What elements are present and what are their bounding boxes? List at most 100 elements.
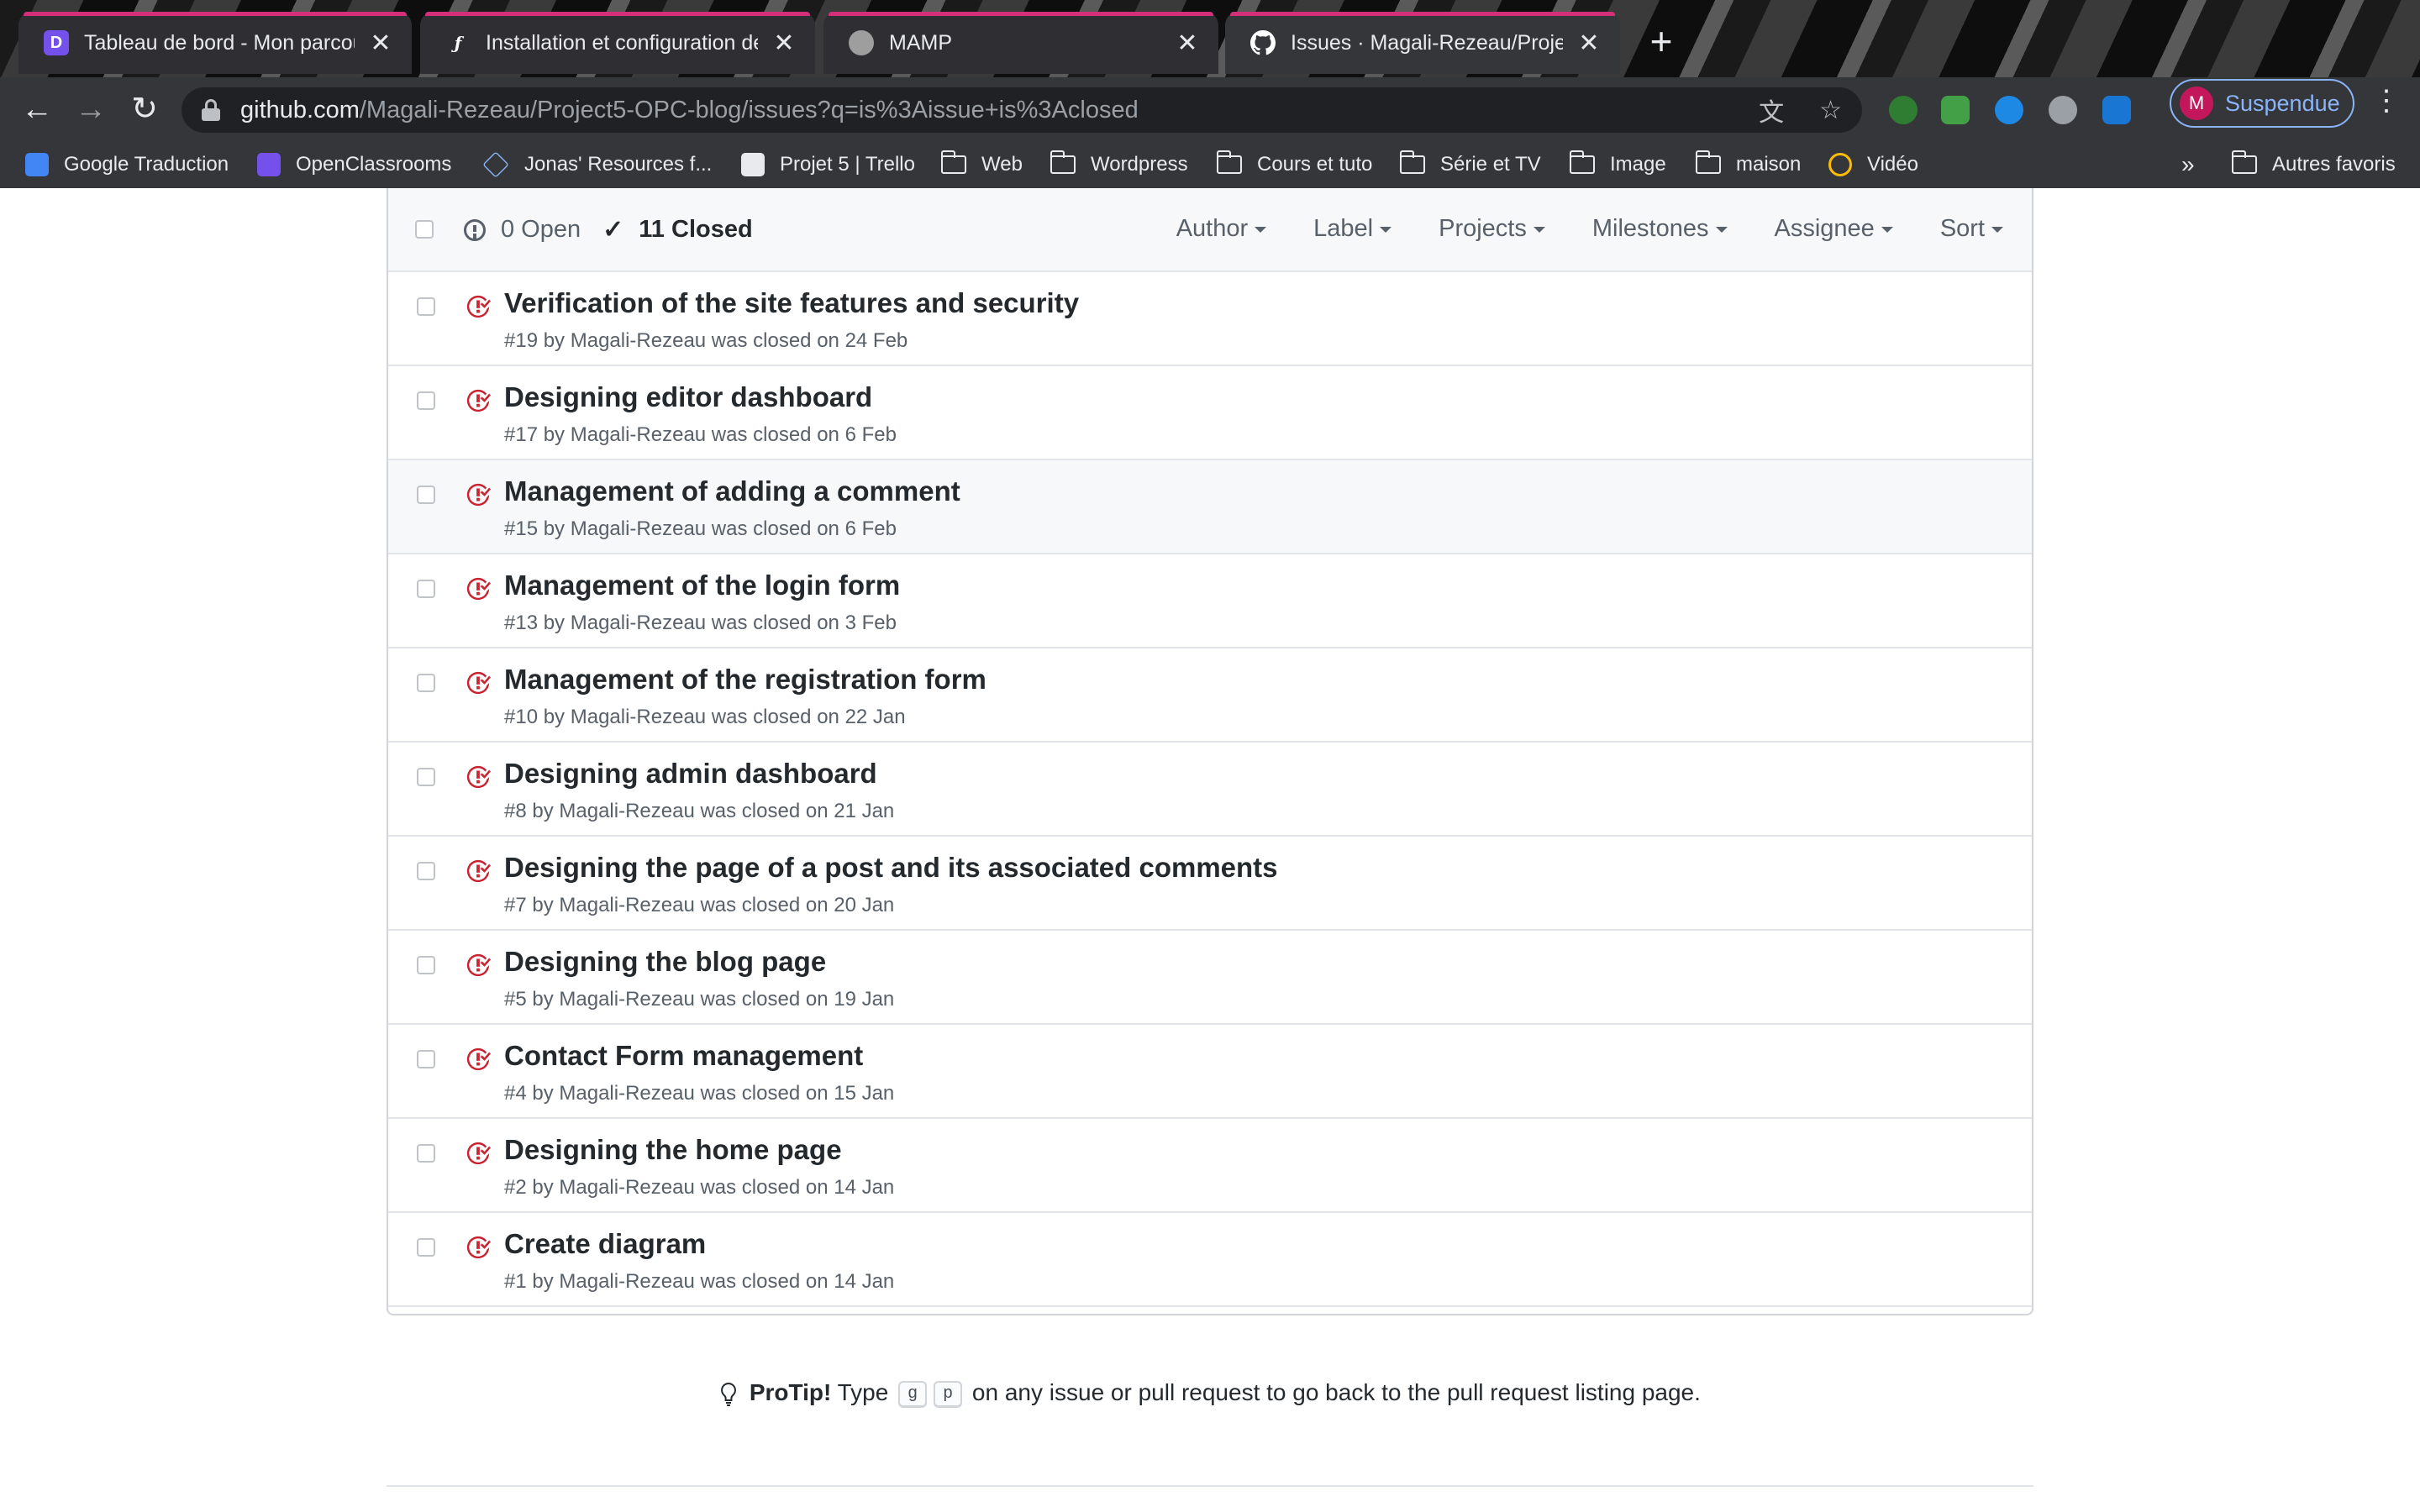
issue-row[interactable]: Create diagram #1 by Magali-Rezeau was cl… — [388, 1213, 2032, 1307]
evernote-extension-icon[interactable] — [1889, 96, 1918, 124]
issue-title-link[interactable]: Designing the blog page — [504, 946, 826, 978]
issue-checkbox[interactable] — [417, 1238, 435, 1257]
bookmark-trello[interactable]: Projet 5 | Trello — [741, 150, 915, 180]
bookmark-folder-wordpress[interactable]: Wordpress — [1050, 150, 1188, 180]
address-bar[interactable]: github.com/Magali-Rezeau/Project5-OPC-bl… — [182, 87, 1862, 133]
issue-title-link[interactable]: Designing admin dashboard — [504, 758, 877, 790]
issue-row[interactable]: Management of adding a comment #15 by Mag… — [388, 460, 2032, 554]
other-bookmarks-folder[interactable]: Autres favoris — [2231, 150, 2396, 180]
issue-title-link[interactable]: Designing editor dashboard — [504, 381, 872, 413]
close-icon[interactable]: ✕ — [771, 29, 797, 58]
issue-row[interactable]: Designing editor dashboard #17 by Magali-… — [388, 366, 2032, 460]
issue-checkbox[interactable] — [417, 580, 435, 598]
new-tab-button[interactable]: + — [1640, 20, 1682, 62]
author-filter[interactable]: Author — [1176, 215, 1267, 243]
extension-icon[interactable] — [1941, 96, 1970, 124]
bookmark-label: Autres favoris — [2272, 153, 2396, 176]
bookmark-folder-web[interactable]: Web — [940, 150, 1023, 180]
protip: ProTip! Type gp on any issue or pull req… — [0, 1379, 2420, 1408]
tab-mamp[interactable]: MAMP ✕ — [823, 12, 1218, 74]
extension-icon[interactable] — [2049, 96, 2077, 124]
bookmark-label: Image — [1610, 153, 1666, 176]
caret-down-icon — [1533, 226, 1545, 233]
close-icon[interactable]: ✕ — [368, 29, 393, 58]
issue-meta: #1 by Magali-Rezeau was closed on 14 Jan — [504, 1270, 895, 1293]
close-icon[interactable]: ✕ — [1175, 29, 1200, 58]
issue-row[interactable]: Management of the registration form #10 b… — [388, 648, 2032, 743]
issue-title-link[interactable]: Management of adding a comment — [504, 475, 960, 507]
issue-row[interactable]: Designing the blog page #5 by Magali-Reze… — [388, 931, 2032, 1025]
issue-title-link[interactable]: Designing the page of a post and its ass… — [504, 852, 1278, 884]
diamond-icon — [482, 151, 509, 178]
issue-row[interactable]: Verification of the site features and se… — [388, 272, 2032, 366]
translate-icon[interactable]: 文 — [1759, 92, 1784, 129]
url-host: github.com — [240, 96, 360, 123]
bookmark-folder-image[interactable]: Image — [1569, 150, 1666, 180]
back-button[interactable]: ← — [13, 86, 60, 133]
bookmark-folder-serie[interactable]: Série et TV — [1399, 150, 1541, 180]
check-icon: ✓ — [602, 216, 624, 244]
issue-checkbox[interactable] — [417, 1050, 435, 1068]
issue-checkbox[interactable] — [417, 862, 435, 880]
bookmark-star-icon[interactable]: ☆ — [1819, 96, 1842, 125]
issue-title-link[interactable]: Create diagram — [504, 1228, 706, 1260]
open-issues-link[interactable]: 0 Open — [464, 216, 581, 244]
issue-row[interactable]: Designing admin dashboard #8 by Magali-Re… — [388, 743, 2032, 837]
issue-row[interactable]: Management of the login form #13 by Magal… — [388, 554, 2032, 648]
extension-icon[interactable] — [1995, 96, 2023, 124]
bookmark-label: Google Traduction — [64, 153, 229, 176]
filter-label: Sort — [1939, 215, 1985, 242]
closed-issues-link[interactable]: ✓ 11 Closed — [602, 215, 753, 244]
bookmark-openclassrooms[interactable]: OpenClassrooms — [257, 150, 451, 180]
issue-checkbox[interactable] — [417, 297, 435, 316]
issue-row[interactable]: Contact Form management #4 by Magali-Reze… — [388, 1025, 2032, 1119]
tab-github-issues[interactable]: Issues · Magali-Rezeau/Project5 ✕ — [1225, 12, 1620, 74]
issue-meta: #4 by Magali-Rezeau was closed on 15 Jan — [504, 1082, 895, 1105]
issue-row[interactable]: Designing the home page #2 by Magali-Reze… — [388, 1119, 2032, 1213]
bookmark-jonas-resources[interactable]: Jonas' Resources f... — [482, 150, 712, 180]
extension-icon[interactable] — [2102, 96, 2131, 124]
browser-menu-icon[interactable]: ⋮ — [2370, 84, 2403, 118]
projects-filter[interactable]: Projects — [1439, 215, 1545, 243]
issue-row[interactable]: Designing the page of a post and its ass… — [388, 837, 2032, 931]
issue-title-link[interactable]: Management of the login form — [504, 570, 900, 601]
bookmark-label: Projet 5 | Trello — [780, 153, 915, 176]
tab-dashboard[interactable]: D Tableau de bord - Mon parcours ✕ — [18, 12, 412, 74]
issue-title-link[interactable]: Verification of the site features and se… — [504, 287, 1079, 319]
assignee-filter[interactable]: Assignee — [1775, 215, 1893, 243]
bookmark-label: Série et TV — [1440, 153, 1541, 176]
folder-icon — [940, 150, 966, 174]
google-translate-icon — [25, 153, 49, 176]
bookmark-video[interactable]: Vidéo — [1828, 150, 1918, 180]
issue-opened-icon — [464, 218, 486, 241]
tab-accent — [829, 12, 1213, 16]
caret-down-icon — [1380, 226, 1392, 233]
sort-filter[interactable]: Sort — [1940, 215, 2003, 243]
issue-checkbox[interactable] — [417, 1144, 435, 1163]
bookmark-google-traduction[interactable]: Google Traduction — [25, 150, 229, 180]
bookmarks-overflow-button[interactable]: » — [2181, 150, 2195, 180]
caret-down-icon — [1881, 226, 1893, 233]
bookmark-folder-cours[interactable]: Cours et tuto — [1216, 150, 1372, 180]
tab-symfony[interactable]: ƒ Installation et configuration de S ✕ — [420, 12, 815, 74]
profile-button[interactable]: M Suspendue — [2170, 79, 2354, 128]
folder-icon — [1399, 150, 1425, 174]
issue-title-link[interactable]: Designing the home page — [504, 1134, 842, 1166]
issue-checkbox[interactable] — [417, 391, 435, 410]
close-icon[interactable]: ✕ — [1576, 29, 1602, 58]
issue-checkbox[interactable] — [417, 486, 435, 504]
issue-title-link[interactable]: Management of the registration form — [504, 664, 986, 696]
issue-checkbox[interactable] — [417, 674, 435, 692]
label-filter[interactable]: Label — [1313, 215, 1392, 243]
forward-button[interactable]: → — [67, 86, 114, 133]
issue-checkbox[interactable] — [417, 956, 435, 974]
shortcut-key: g — [898, 1380, 928, 1408]
bookmark-folder-maison[interactable]: maison — [1695, 150, 1801, 180]
issue-title-link[interactable]: Contact Form management — [504, 1040, 863, 1072]
open-count: 0 Open — [501, 216, 581, 243]
select-all-checkbox[interactable] — [415, 220, 434, 239]
milestones-filter[interactable]: Milestones — [1592, 215, 1728, 243]
issue-checkbox[interactable] — [417, 768, 435, 786]
avatar: M — [2180, 87, 2213, 120]
reload-button[interactable]: ↻ — [121, 86, 168, 133]
